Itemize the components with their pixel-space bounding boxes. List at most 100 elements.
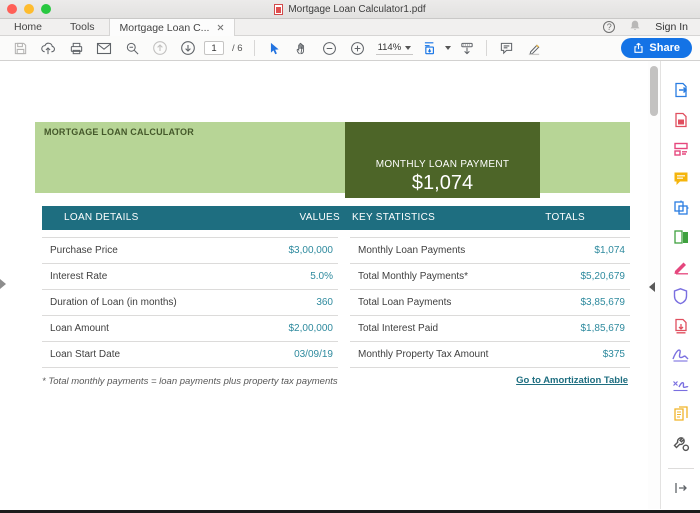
monthly-payment-box: MONTHLY LOAN PAYMENT $1,074 [345, 122, 540, 198]
right-panel-collapse-icon[interactable] [649, 282, 655, 292]
zoom-window-button[interactable] [41, 4, 51, 14]
table-row: Loan Amount $2,00,000 [42, 316, 338, 342]
sidebar-divider [667, 467, 694, 469]
row-label: Interest Rate [50, 271, 108, 282]
loan-details-header: LOAN DETAILS [64, 212, 139, 223]
app-window: Mortgage Loan Calculator1.pdf Home Tools… [0, 0, 700, 513]
sidebar-tool-organize-pages-icon[interactable] [666, 226, 696, 248]
zoom-in-icon[interactable] [346, 38, 370, 58]
page-total-label: / 6 [232, 42, 243, 54]
hand-tool-icon[interactable] [290, 38, 314, 58]
values-header: VALUES [299, 212, 340, 223]
row-label: Total Loan Payments [358, 297, 452, 308]
titlebar: Mortgage Loan Calculator1.pdf [0, 0, 700, 19]
sidebar-tool-comment-icon[interactable] [666, 167, 696, 189]
share-button-label: Share [649, 42, 680, 54]
sidebar-tool-compress-pdf-icon[interactable] [666, 315, 696, 337]
row-label: Purchase Price [50, 245, 118, 256]
bell-icon[interactable] [629, 19, 641, 35]
row-value: 5.0% [310, 271, 333, 282]
comment-icon[interactable] [494, 38, 518, 58]
pdf-file-icon [274, 3, 284, 15]
table-row: Loan Start Date 03/09/19 [42, 342, 338, 368]
calculator-banner: MORTGAGE LOAN CALCULATOR [35, 122, 630, 193]
minimize-window-button[interactable] [24, 4, 34, 14]
sidebar-tool-combine-files-icon[interactable] [666, 197, 696, 219]
calculator-title: MORTGAGE LOAN CALCULATOR [44, 127, 194, 137]
page-fit-chevron-icon[interactable] [445, 46, 452, 50]
row-label: Monthly Loan Payments [358, 245, 466, 256]
tab-document-label: Mortgage Loan C... [119, 21, 210, 34]
row-value: $375 [602, 349, 625, 360]
table-row: Total Monthly Payments* $5,20,679 [350, 264, 630, 290]
row-value: $5,20,679 [580, 271, 626, 282]
sidebar-tool-request-signatures-icon[interactable] [666, 344, 696, 366]
amortization-table-link[interactable]: Go to Amortization Table [516, 375, 628, 386]
row-value: $3,00,000 [288, 245, 334, 256]
page-number-input[interactable]: 1 [204, 41, 224, 55]
pdf-page: MORTGAGE LOAN CALCULATOR MONTHLY LOAN PA… [0, 61, 648, 509]
cloud-upload-icon[interactable] [36, 38, 60, 58]
page-fit-icon[interactable] [419, 38, 443, 58]
table-row: Total Interest Paid $1,85,679 [350, 316, 630, 342]
table-row: Total Loan Payments $3,85,679 [350, 290, 630, 316]
close-tab-icon[interactable] [217, 24, 224, 31]
tab-home[interactable]: Home [0, 19, 56, 35]
help-icon[interactable]: ? [603, 21, 616, 33]
print-icon[interactable] [64, 38, 88, 58]
sidebar-tool-export-pdf-icon[interactable] [666, 79, 696, 101]
table-row: Duration of Loan (in months) 360 [42, 290, 338, 316]
row-label: Monthly Property Tax Amount [358, 349, 489, 360]
select-tool-icon[interactable] [262, 38, 286, 58]
save-icon[interactable] [8, 38, 32, 58]
sidebar-tool-more-tools-icon[interactable] [666, 432, 696, 454]
tab-document[interactable]: Mortgage Loan C... [108, 19, 236, 36]
row-value: 360 [316, 297, 333, 308]
share-button[interactable]: Share [621, 38, 692, 58]
scrollbar-thumb[interactable] [650, 66, 658, 116]
tab-bar: Home Tools Mortgage Loan C... ? Sign In [0, 19, 700, 36]
sidebar-tool-create-pdf-icon[interactable] [666, 108, 696, 130]
sidebar-tool-prepare-form-icon[interactable] [666, 373, 696, 395]
zoom-out-icon[interactable] [318, 38, 342, 58]
loan-details-table: Purchase Price $3,00,000 Interest Rate 5… [42, 237, 338, 368]
key-statistics-header: KEY STATISTICS [352, 212, 436, 223]
monthly-payment-label: MONTHLY LOAN PAYMENT [375, 159, 510, 170]
chevron-down-icon [405, 45, 412, 50]
tab-tools[interactable]: Tools [56, 19, 109, 35]
table-header-bar: LOAN DETAILS VALUES KEY STATISTICS TOTAL… [42, 206, 630, 230]
row-value: $2,00,000 [288, 323, 334, 334]
totals-header: TOTALS [545, 212, 585, 223]
sign-in-button[interactable]: Sign In [655, 21, 688, 33]
zoom-level-value: 114% [377, 42, 402, 53]
zoom-level-dropdown[interactable]: 114% [375, 41, 414, 55]
highlighter-icon[interactable] [522, 38, 546, 58]
left-panel-expand-icon[interactable] [0, 279, 6, 289]
row-label: Total Interest Paid [358, 323, 439, 334]
row-label: Total Monthly Payments* [358, 271, 469, 282]
document-viewer: MORTGAGE LOAN CALCULATOR MONTHLY LOAN PA… [0, 61, 700, 509]
window-title: Mortgage Loan Calculator1.pdf [288, 3, 426, 15]
row-value: $1,074 [594, 245, 625, 256]
previous-page-icon[interactable] [148, 38, 172, 58]
sidebar-tool-edit-pdf-icon[interactable] [666, 138, 696, 160]
next-page-icon[interactable] [176, 38, 200, 58]
table-row: Monthly Loan Payments $1,074 [350, 238, 630, 264]
sidebar-tool-fill-sign-icon[interactable] [666, 256, 696, 278]
key-statistics-table: Monthly Loan Payments $1,074 Total Month… [350, 237, 630, 368]
search-icon[interactable] [120, 38, 144, 58]
tools-sidebar [660, 61, 700, 509]
open-tools-pane-icon[interactable] [666, 477, 696, 499]
email-icon[interactable] [92, 38, 116, 58]
footnote: * Total monthly payments = loan payments… [42, 376, 338, 387]
row-label: Loan Start Date [50, 349, 121, 360]
row-value: $3,85,679 [580, 297, 626, 308]
row-value: 03/09/19 [294, 349, 333, 360]
fit-width-icon[interactable] [455, 38, 479, 58]
row-value: $1,85,679 [580, 323, 626, 334]
table-row: Purchase Price $3,00,000 [42, 238, 338, 264]
close-window-button[interactable] [7, 4, 17, 14]
sidebar-tool-protect-icon[interactable] [666, 285, 696, 307]
row-label: Duration of Loan (in months) [50, 297, 177, 308]
sidebar-tool-stamp-icon[interactable] [666, 403, 696, 425]
